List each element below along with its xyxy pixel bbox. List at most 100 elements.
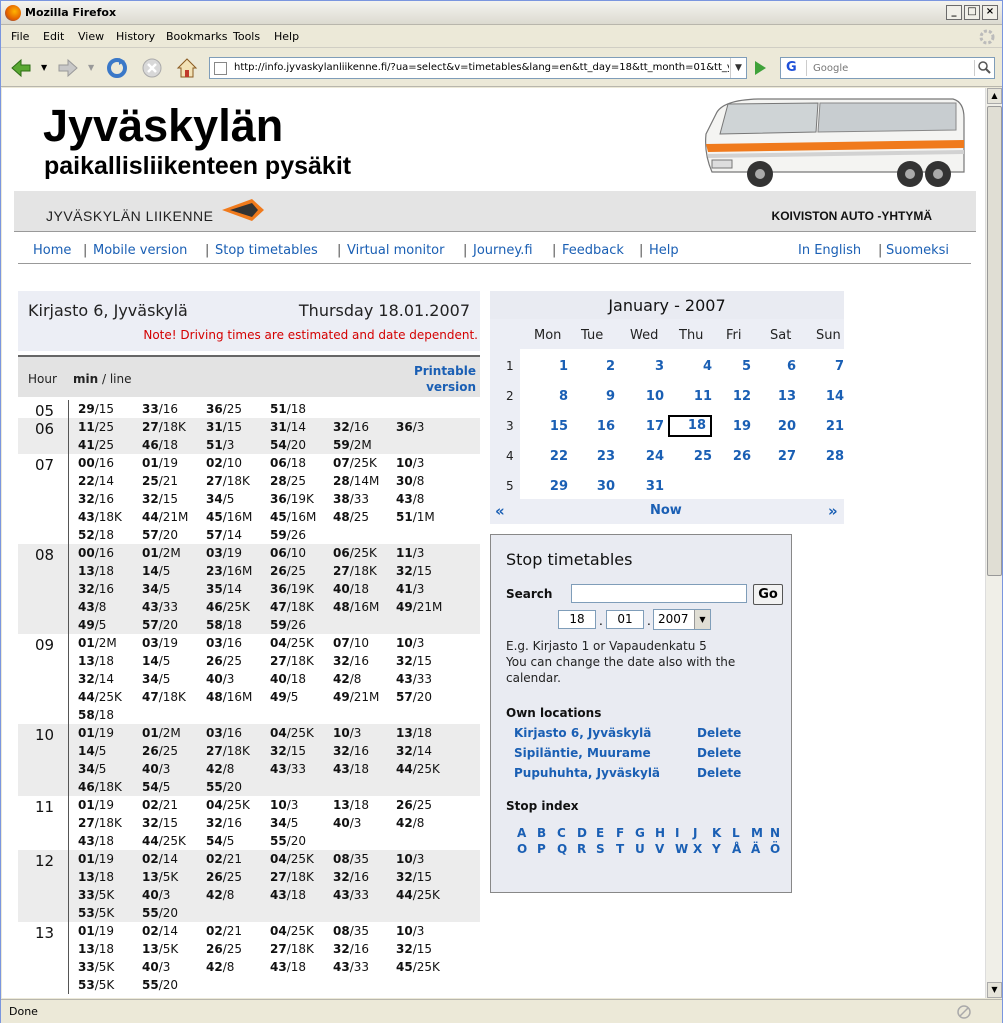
menu-history[interactable]: History: [116, 30, 155, 43]
menu-edit[interactable]: Edit: [43, 30, 64, 43]
maximize-button[interactable]: □: [964, 5, 980, 20]
stop-index-letter[interactable]: Å: [732, 842, 741, 856]
search-engine-icon[interactable]: G: [783, 60, 807, 76]
reload-icon[interactable]: [105, 56, 129, 80]
delete-location-link[interactable]: Delete: [697, 746, 741, 760]
calendar-day[interactable]: 23: [589, 449, 615, 464]
calendar-day[interactable]: 3: [638, 359, 664, 374]
calendar-day[interactable]: 7: [818, 359, 844, 374]
own-location-link[interactable]: Kirjasto 6, Jyväskylä: [514, 726, 651, 740]
calendar-day[interactable]: 15: [542, 419, 568, 434]
stop-index-letter[interactable]: E: [596, 826, 604, 840]
calendar-day[interactable]: 4: [686, 359, 712, 374]
url-text[interactable]: http://info.jyvaskylanliikenne.fi/?ua=se…: [234, 62, 729, 73]
own-location-link[interactable]: Pupuhuhta, Jyväskylä: [514, 766, 660, 780]
stop-index-letter[interactable]: Y: [712, 842, 721, 856]
search-box[interactable]: G Google: [780, 57, 995, 79]
stop-search-input[interactable]: [571, 584, 747, 603]
nav-virtual-monitor[interactable]: Virtual monitor: [347, 243, 444, 258]
calendar-day[interactable]: 13: [770, 389, 796, 404]
menu-tools[interactable]: Tools: [233, 30, 260, 43]
nav-mobile-version[interactable]: Mobile version: [93, 243, 187, 258]
calendar-day[interactable]: 6: [770, 359, 796, 374]
close-button[interactable]: ×: [982, 5, 998, 20]
calendar-day[interactable]: 2: [589, 359, 615, 374]
menu-help[interactable]: Help: [274, 30, 299, 43]
calendar-day[interactable]: 5: [725, 359, 751, 374]
calendar-day-selected[interactable]: 18: [668, 415, 712, 437]
printable-version-link[interactable]: Printable version: [414, 363, 476, 395]
stop-index-letter[interactable]: T: [616, 842, 624, 856]
stop-index-letter[interactable]: L: [732, 826, 740, 840]
menu-bookmarks[interactable]: Bookmarks: [166, 30, 227, 43]
calendar-day[interactable]: 25: [686, 449, 712, 464]
scroll-down-icon[interactable]: ▼: [987, 982, 1002, 998]
stop-index-letter[interactable]: C: [557, 826, 566, 840]
stop-icon[interactable]: [140, 56, 164, 80]
calendar-day[interactable]: 27: [770, 449, 796, 464]
month-field[interactable]: 01: [606, 610, 644, 629]
calendar-day[interactable]: 14: [818, 389, 844, 404]
calendar-day[interactable]: 11: [686, 389, 712, 404]
calendar-day[interactable]: 26: [725, 449, 751, 464]
calendar-day[interactable]: 10: [638, 389, 664, 404]
menu-file[interactable]: File: [11, 30, 29, 43]
nav-help[interactable]: Help: [649, 243, 679, 258]
year-select[interactable]: 2007 ▼: [653, 609, 711, 630]
delete-location-link[interactable]: Delete: [697, 726, 741, 740]
address-bar[interactable]: http://info.jyvaskylanliikenne.fi/?ua=se…: [209, 57, 747, 79]
back-icon[interactable]: [9, 56, 33, 80]
day-field[interactable]: 18: [558, 610, 596, 629]
stop-index-letter[interactable]: S: [596, 842, 605, 856]
home-icon[interactable]: [175, 56, 199, 80]
stop-index-letter[interactable]: Ö: [770, 842, 780, 856]
scroll-thumb[interactable]: [987, 106, 1002, 576]
stop-index-letter[interactable]: Q: [557, 842, 567, 856]
vertical-scrollbar[interactable]: ▲ ▼: [985, 88, 1002, 998]
stop-index-letter[interactable]: P: [537, 842, 546, 856]
prev-month-link[interactable]: «: [495, 502, 505, 520]
stop-index-letter[interactable]: I: [675, 826, 679, 840]
calendar-day[interactable]: 19: [725, 419, 751, 434]
stop-index-letter[interactable]: R: [577, 842, 586, 856]
calendar-now-link[interactable]: Now: [650, 503, 682, 518]
calendar-day[interactable]: 17: [638, 419, 664, 434]
stop-index-letter[interactable]: N: [770, 826, 780, 840]
magnifier-icon[interactable]: [974, 60, 992, 76]
printable-line-2[interactable]: version: [426, 380, 476, 394]
nav-stop-timetables[interactable]: Stop timetables: [215, 243, 318, 258]
stop-index-letter[interactable]: D: [577, 826, 587, 840]
calendar-day[interactable]: 24: [638, 449, 664, 464]
stop-index-letter[interactable]: M: [751, 826, 763, 840]
calendar-day[interactable]: 21: [818, 419, 844, 434]
nav-in-english[interactable]: In English: [798, 243, 861, 258]
calendar-day[interactable]: 20: [770, 419, 796, 434]
forward-history-dropdown-icon[interactable]: ▼: [88, 63, 94, 72]
calendar-day[interactable]: 31: [638, 479, 664, 494]
menu-view[interactable]: View: [78, 30, 104, 43]
year-dropdown-icon[interactable]: ▼: [694, 610, 710, 629]
calendar-day[interactable]: 8: [542, 389, 568, 404]
stop-index-letter[interactable]: K: [712, 826, 721, 840]
popup-blocker-icon[interactable]: [956, 1004, 972, 1020]
back-history-dropdown-icon[interactable]: ▼: [41, 63, 47, 72]
stop-index-letter[interactable]: V: [655, 842, 664, 856]
scroll-up-icon[interactable]: ▲: [987, 88, 1002, 104]
go-button[interactable]: Go: [753, 584, 783, 605]
stop-index-letter[interactable]: A: [517, 826, 526, 840]
printable-line-1[interactable]: Printable: [414, 364, 476, 378]
nav-suomeksi[interactable]: Suomeksi: [886, 243, 949, 258]
stop-index-letter[interactable]: J: [693, 826, 697, 840]
stop-index-letter[interactable]: F: [616, 826, 624, 840]
calendar-day[interactable]: 28: [818, 449, 844, 464]
forward-icon[interactable]: [56, 56, 80, 80]
nav-feedback[interactable]: Feedback: [562, 243, 624, 258]
stop-index-letter[interactable]: X: [693, 842, 702, 856]
own-location-link[interactable]: Sipiläntie, Muurame: [514, 746, 651, 760]
url-dropdown-icon[interactable]: ▼: [730, 58, 746, 78]
calendar-day[interactable]: 22: [542, 449, 568, 464]
next-month-link[interactable]: »: [828, 502, 838, 520]
stop-index-letter[interactable]: O: [517, 842, 527, 856]
nav-journey[interactable]: Journey.fi: [473, 243, 533, 258]
nav-home[interactable]: Home: [33, 243, 71, 258]
